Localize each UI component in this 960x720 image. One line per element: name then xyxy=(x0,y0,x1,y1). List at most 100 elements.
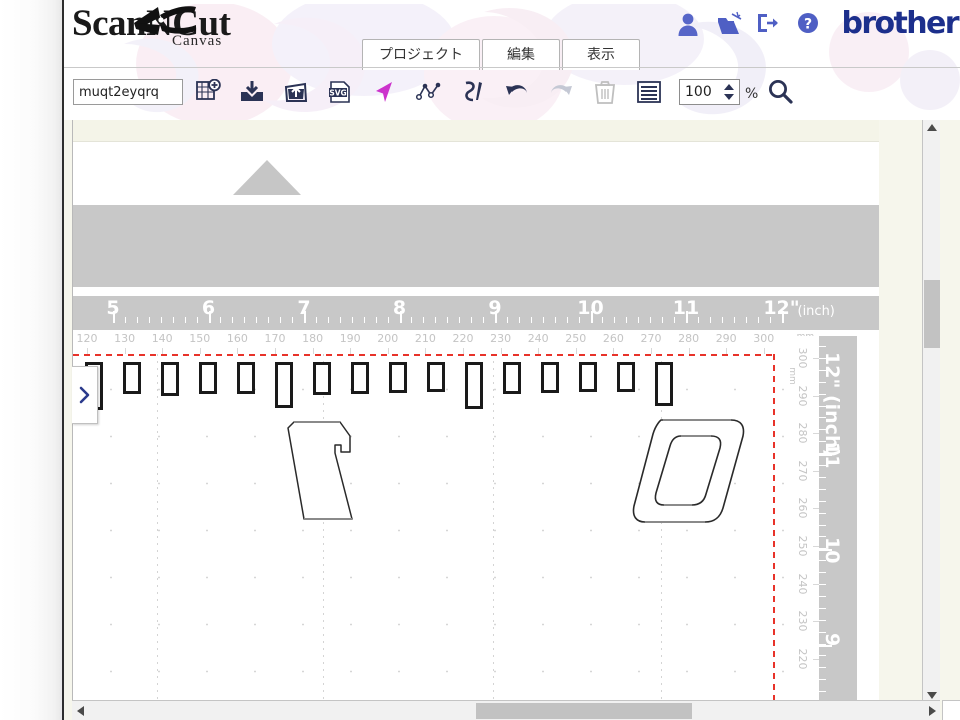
tofu-glyph[interactable] xyxy=(161,362,179,396)
ruler-tick-minor xyxy=(638,317,640,323)
delete-icon[interactable] xyxy=(589,76,621,108)
ruler-mm-label: 200 xyxy=(377,332,399,345)
tab-view[interactable]: 表示 xyxy=(562,39,640,70)
ruler-mm-label: 170 xyxy=(264,332,286,345)
ruler-tick-minor xyxy=(542,317,544,323)
svg-export-icon[interactable]: SVG xyxy=(324,76,356,108)
ruler-tick-minor xyxy=(819,548,826,550)
ruler-tick-minor xyxy=(819,476,826,478)
design-canvas[interactable] xyxy=(73,354,785,702)
tofu-glyph[interactable] xyxy=(123,362,141,394)
zoom-value: 100 xyxy=(685,84,712,100)
ruler-tick-minor xyxy=(709,317,711,323)
ruler-mm-label: 120 xyxy=(76,332,98,345)
ruler-tick-minor xyxy=(614,317,616,323)
ruler-mm-label: 250 xyxy=(796,535,809,557)
ruler-mm-label: 230 xyxy=(796,610,809,632)
object-list-icon[interactable] xyxy=(633,76,665,108)
tab-project[interactable]: プロジェクト xyxy=(362,39,480,70)
tofu-glyph[interactable] xyxy=(579,362,597,392)
tofu-glyph[interactable] xyxy=(275,362,293,408)
ruler-tick-major xyxy=(686,311,688,323)
brother-logo: brother xyxy=(841,6,959,41)
ruler-tick-minor xyxy=(819,679,826,681)
numeral-one-outline[interactable] xyxy=(278,414,378,534)
tofu-glyph[interactable] xyxy=(655,362,673,406)
triangle-right-icon xyxy=(928,705,936,716)
ruler-tick-major xyxy=(208,311,211,323)
ruler-tick-minor xyxy=(196,317,198,323)
ruler-mm-label: 240 xyxy=(796,573,809,595)
project-name-input[interactable] xyxy=(73,79,183,105)
panel-expander[interactable] xyxy=(72,366,98,424)
redo-icon[interactable] xyxy=(545,76,577,108)
ruler-tick-minor xyxy=(819,512,826,514)
upload-icon[interactable] xyxy=(280,76,312,108)
ruler-mm-label: 140 xyxy=(151,332,173,345)
vertical-scrollbar[interactable] xyxy=(922,120,940,702)
tofu-glyph[interactable] xyxy=(427,362,445,392)
ruler-tick-minor xyxy=(757,317,759,323)
vertical-scroll-thumb[interactable] xyxy=(924,280,940,348)
select-cursor-icon[interactable] xyxy=(369,76,401,108)
numeral-zero-outline[interactable] xyxy=(631,412,749,535)
search-icon[interactable] xyxy=(764,76,796,108)
download-icon[interactable] xyxy=(236,76,268,108)
ruler-mm-label: 220 xyxy=(452,332,474,345)
ruler-tick-major xyxy=(113,311,115,323)
mat-boundary-right xyxy=(773,354,775,702)
tofu-glyph[interactable] xyxy=(313,362,331,395)
ruler-tick-major xyxy=(495,311,497,323)
tofu-glyph[interactable] xyxy=(541,362,559,393)
scroll-left-button[interactable] xyxy=(72,701,88,720)
user-icon[interactable] xyxy=(675,10,701,38)
new-project-icon[interactable] xyxy=(192,76,224,108)
ruler-tick-minor xyxy=(819,441,826,443)
scrollbar-corner xyxy=(942,700,960,720)
horizontal-scrollbar[interactable] xyxy=(72,700,940,720)
tofu-glyph[interactable] xyxy=(351,362,369,394)
triangle-up-icon xyxy=(926,123,937,131)
ruler-mm-label: 230 xyxy=(490,332,512,345)
ruler-mm-label: 150 xyxy=(189,332,211,345)
ruler-tick-minor xyxy=(339,317,341,323)
tab-edit[interactable]: 編集 xyxy=(482,39,560,70)
ruler-mm-label: 300 xyxy=(796,347,809,369)
ruler-tick-major xyxy=(304,311,306,323)
tofu-glyph[interactable] xyxy=(199,362,217,394)
ruler-tick-minor xyxy=(819,619,826,621)
ruler-tick-major xyxy=(399,311,402,323)
node-edit-icon[interactable] xyxy=(413,76,445,108)
ruler-tick-minor xyxy=(172,317,174,323)
app-root: ScanNCut Canvas ? brother プロジェクト 編集 表示 m… xyxy=(0,0,960,720)
help-icon[interactable]: ? xyxy=(795,10,821,38)
tofu-glyph[interactable] xyxy=(237,362,255,394)
scroll-up-button[interactable] xyxy=(923,120,940,134)
project-box-icon[interactable] xyxy=(715,10,742,38)
zoom-stepper[interactable] xyxy=(722,83,736,101)
ruler-tick-minor xyxy=(819,691,826,693)
ruler-tick-minor xyxy=(148,317,150,323)
draw-pen-icon[interactable] xyxy=(457,76,489,108)
ruler-tick-minor xyxy=(280,317,282,323)
ruler-tick-minor xyxy=(566,317,568,323)
workspace: 5 6 7 8 9 10 11 12" (inch) 120 130 140 150 160 170 180… xyxy=(64,120,960,720)
ruler-tick-minor xyxy=(184,317,186,323)
tofu-glyph[interactable] xyxy=(465,362,483,409)
ruler-tick-minor xyxy=(220,317,222,323)
tofu-glyph[interactable] xyxy=(617,362,635,392)
horizontal-scroll-thumb[interactable] xyxy=(476,703,692,719)
ruler-tick-minor xyxy=(819,453,826,455)
ruler-mm-label: 290 xyxy=(796,385,809,407)
undo-icon[interactable] xyxy=(501,76,533,108)
zoom-level-input[interactable]: 100 xyxy=(679,79,740,105)
chevron-down-icon xyxy=(724,94,734,100)
ruler-tick-minor xyxy=(530,317,532,323)
ruler-mm-label: 160 xyxy=(226,332,248,345)
tofu-glyph[interactable] xyxy=(503,362,521,394)
scroll-right-button[interactable] xyxy=(924,701,940,720)
ruler-tick-minor xyxy=(819,488,826,490)
ruler-tick-minor xyxy=(327,317,329,323)
logout-icon[interactable] xyxy=(755,10,781,38)
tofu-glyph[interactable] xyxy=(389,362,407,393)
